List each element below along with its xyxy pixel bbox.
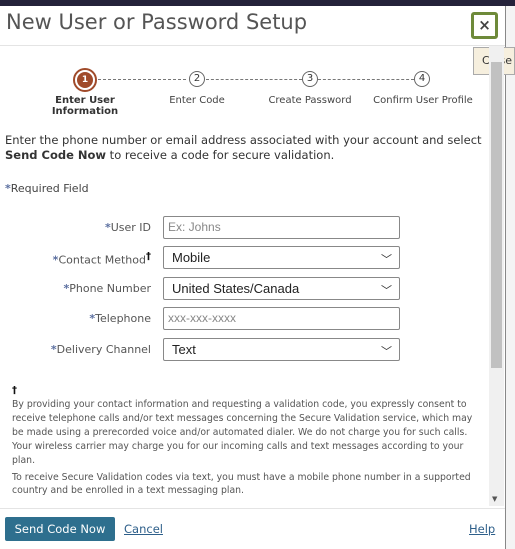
delivery-channel-label: Delivery Channel bbox=[56, 343, 151, 356]
step-3-label: Create Password bbox=[268, 95, 352, 106]
phone-number-row: *Phone Number United States/Canada ﹀ bbox=[0, 277, 400, 301]
contact-method-label: Contact Method bbox=[58, 253, 146, 267]
step-connector bbox=[206, 79, 302, 80]
delivery-channel-row: *Delivery Channel Text ﹀ bbox=[0, 338, 400, 362]
scrollbar[interactable]: ▼ bbox=[489, 46, 504, 506]
step-2-indicator: 2 bbox=[189, 71, 205, 87]
step-connector bbox=[98, 79, 186, 80]
telephone-input[interactable]: xxx-xxx-xxxx bbox=[163, 307, 400, 330]
phone-number-label: Phone Number bbox=[69, 282, 151, 295]
telephone-label: Telephone bbox=[95, 312, 151, 325]
chevron-down-icon: ﹀ bbox=[381, 346, 392, 358]
consent-disclaimer: † By providing your contact information a… bbox=[12, 385, 473, 466]
cancel-link[interactable]: Cancel bbox=[124, 522, 163, 536]
contact-method-select[interactable]: Mobile ﹀ bbox=[163, 246, 400, 269]
scroll-down-arrow-icon[interactable]: ▼ bbox=[492, 495, 497, 503]
header-divider bbox=[0, 45, 505, 46]
user-id-input[interactable]: Ex: Johns bbox=[163, 216, 400, 239]
scrollbar-thumb[interactable] bbox=[491, 62, 502, 368]
close-button[interactable]: × bbox=[471, 12, 498, 39]
step-2-label: Enter Code bbox=[169, 95, 225, 106]
delivery-channel-select[interactable]: Text ﹀ bbox=[163, 338, 400, 361]
phone-country-select[interactable]: United States/Canada ﹀ bbox=[163, 277, 400, 300]
window-top-bar bbox=[0, 0, 515, 6]
background-page-edge bbox=[505, 6, 515, 549]
text-messaging-note: To receive Secure Validation codes via t… bbox=[12, 472, 471, 496]
chevron-down-icon: ﹀ bbox=[381, 254, 392, 266]
step-3-indicator: 3 bbox=[302, 71, 318, 87]
required-field-note: *Required Field bbox=[5, 182, 89, 195]
step-4-indicator: 4 bbox=[414, 71, 430, 87]
dialog-title: New User or Password Setup bbox=[6, 10, 308, 34]
footer-divider bbox=[0, 508, 505, 509]
step-connector bbox=[318, 79, 414, 80]
send-code-now-button[interactable]: Send Code Now bbox=[5, 517, 115, 541]
chevron-down-icon: ﹀ bbox=[381, 285, 392, 297]
help-link[interactable]: Help bbox=[469, 522, 495, 536]
progress-stepper: 1 2 3 4 Enter User Information Enter Cod… bbox=[0, 68, 489, 118]
user-id-row: *User ID Ex: Johns bbox=[0, 216, 400, 240]
close-icon: × bbox=[478, 16, 491, 34]
step-1-label: Enter User Information bbox=[51, 95, 119, 117]
contact-method-row: *Contact Method† Mobile ﹀ bbox=[0, 246, 400, 270]
telephone-row: *Telephone xxx-xxx-xxxx bbox=[0, 307, 400, 331]
step-4-label: Confirm User Profile bbox=[373, 95, 473, 106]
step-1-indicator: 1 bbox=[73, 68, 97, 92]
user-id-label: User ID bbox=[110, 221, 151, 234]
instructions: Enter the phone number or email address … bbox=[5, 133, 482, 162]
